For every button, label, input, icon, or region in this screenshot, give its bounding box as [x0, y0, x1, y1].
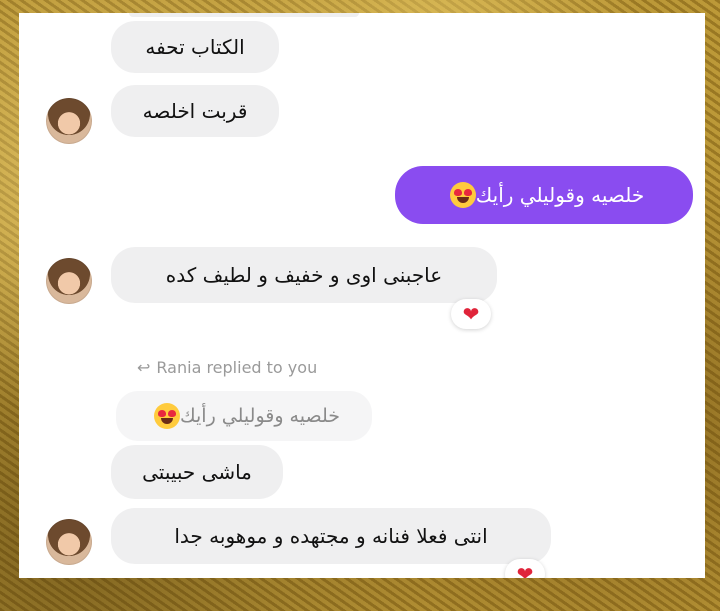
message-text: عاجبنى اوى و خفيف و لطيف كده — [165, 263, 443, 287]
message-text: انتى فعلا فنانه و مجتهده و موهوبه جدا — [174, 524, 488, 548]
outgoing-message[interactable]: خلصيه وقوليلي رأيك — [395, 166, 693, 224]
message-text: قربت اخلصه — [142, 99, 248, 123]
incoming-message[interactable]: ماشى حبيبتى — [111, 445, 283, 499]
incoming-message[interactable]: انتى فعلا فنانه و مجتهده و موهوبه جدا — [111, 508, 551, 564]
avatar[interactable] — [46, 519, 92, 565]
reply-label-text: Rania replied to you — [156, 358, 318, 377]
incoming-message[interactable]: قربت اخلصه — [111, 85, 279, 137]
message-text: خلصيه وقوليلي رأيك — [475, 183, 645, 207]
heart-eyes-emoji — [449, 182, 476, 208]
red-heart-icon: ❤ — [462, 302, 480, 326]
reaction-heart[interactable]: ❤ — [451, 299, 491, 329]
message-text: ماشى حبيبتى — [142, 460, 252, 484]
avatar[interactable] — [46, 258, 92, 304]
reply-arrow-icon: ↩ — [137, 358, 151, 377]
reply-indicator: ↩ Rania replied to you — [137, 358, 317, 377]
heart-eyes-emoji — [154, 403, 180, 429]
red-heart-icon: ❤ — [516, 562, 534, 578]
reaction-heart[interactable]: ❤ — [505, 559, 545, 578]
incoming-message[interactable]: عاجبنى اوى و خفيف و لطيف كده — [111, 247, 497, 303]
quoted-text: خلصيه وقوليلي رأيك — [180, 405, 340, 427]
incoming-message[interactable]: الكتاب تحفه — [111, 21, 279, 73]
previous-bubble-edge — [129, 13, 359, 17]
quoted-message[interactable]: خلصيه وقوليلي رأيك — [116, 391, 372, 441]
chat-screen[interactable]: الكتاب تحفه قربت اخلصه خلصيه وقوليلي رأي… — [19, 13, 705, 578]
avatar[interactable] — [46, 98, 92, 144]
message-text: الكتاب تحفه — [145, 35, 245, 59]
